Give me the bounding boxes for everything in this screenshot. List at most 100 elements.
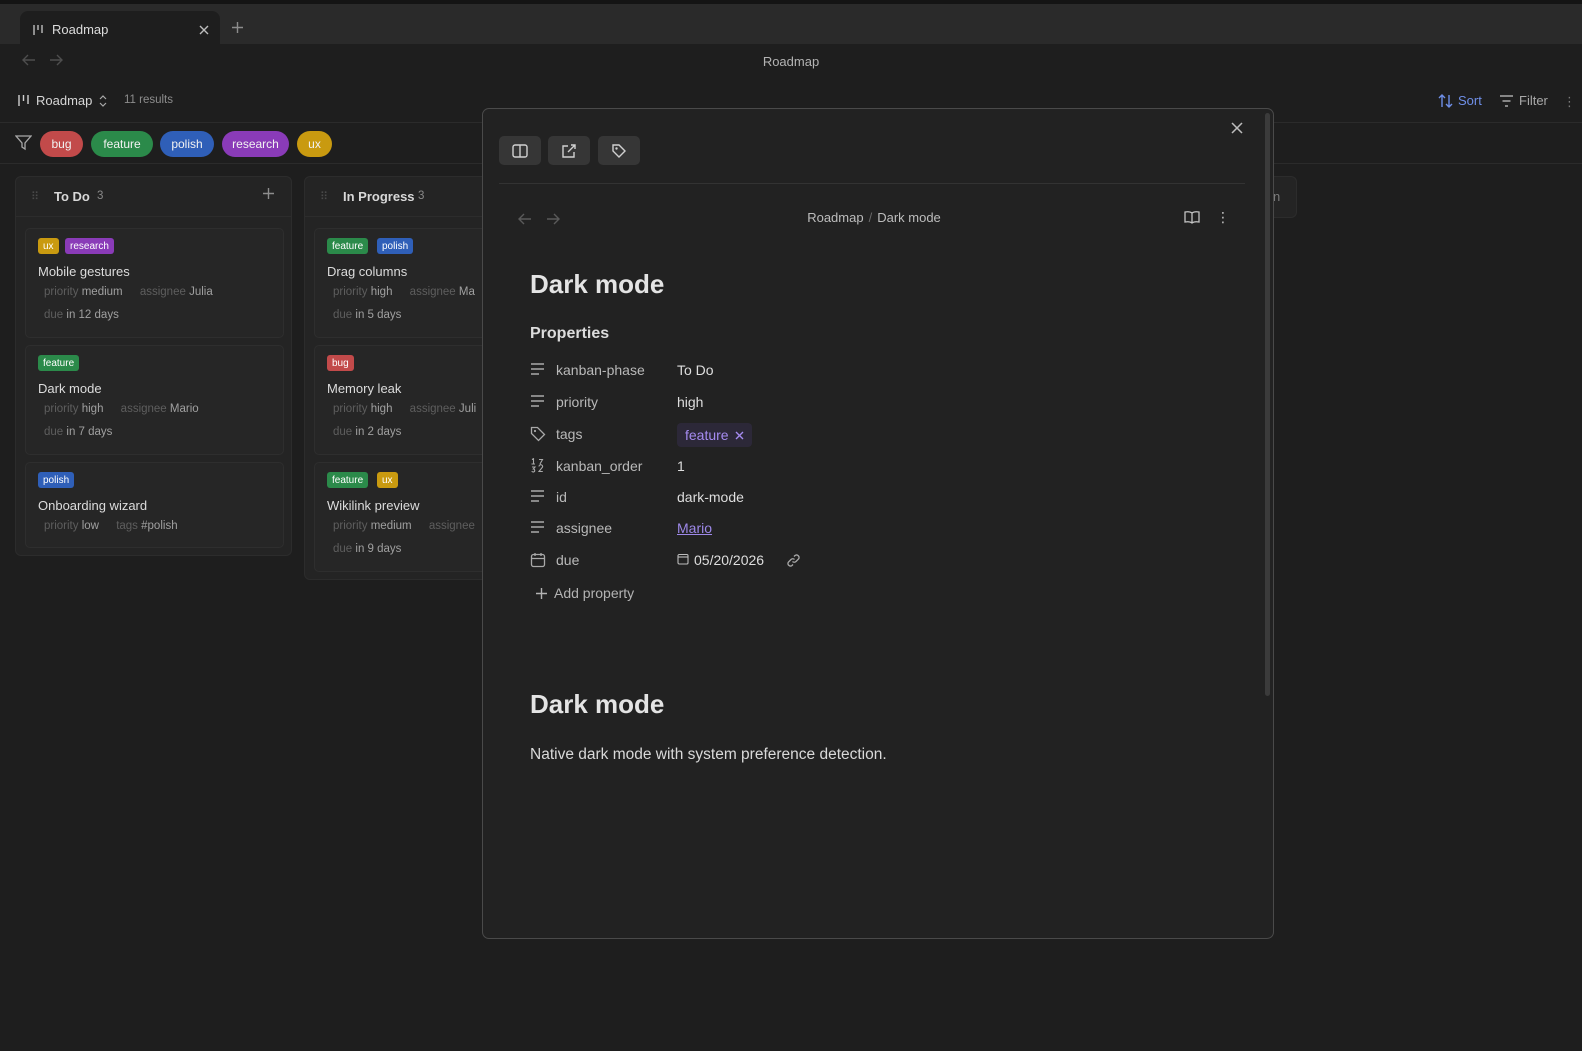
- property-key[interactable]: priority: [556, 394, 598, 410]
- chevron-updown-icon[interactable]: [99, 95, 107, 107]
- tag-button[interactable]: [598, 136, 640, 165]
- property-key[interactable]: kanban-phase: [556, 362, 645, 378]
- card-mobile-gestures[interactable]: ux research Mobile gestures priority med…: [25, 228, 284, 338]
- card-title: Mobile gestures: [38, 264, 130, 279]
- note-heading[interactable]: Dark mode: [530, 689, 664, 720]
- card-onboarding-wizard[interactable]: polish Onboarding wizard priority low ta…: [25, 462, 284, 548]
- note-body[interactable]: Native dark mode with system preference …: [530, 746, 887, 764]
- kanban-icon: [32, 24, 44, 36]
- card-meta: due in 7 days: [44, 426, 126, 438]
- filter-tag-feature[interactable]: feature: [91, 131, 153, 157]
- card-dark-mode[interactable]: feature Dark mode priority high assignee…: [25, 345, 284, 455]
- property-value[interactable]: dark-mode: [677, 489, 744, 505]
- add-card-icon[interactable]: [262, 187, 275, 200]
- property-value[interactable]: To Do: [677, 362, 714, 378]
- more-options-icon[interactable]: ⋮: [1216, 209, 1230, 226]
- meta-value: Ma: [458, 286, 475, 298]
- text-lines-icon: [530, 394, 545, 408]
- property-assignee: assignee Mario: [530, 514, 1230, 544]
- date-picker-icon[interactable]: [677, 553, 689, 565]
- split-view-button[interactable]: [499, 136, 541, 165]
- card-meta: priority high assignee Mario: [44, 403, 213, 415]
- property-key[interactable]: assignee: [556, 520, 612, 536]
- filter-funnel-icon[interactable]: [15, 135, 32, 151]
- text-lines-icon: [530, 520, 545, 534]
- property-id: id dark-mode: [530, 483, 1230, 513]
- property-kanban-order: kanban_order 1: [530, 452, 1230, 482]
- property-key[interactable]: due: [556, 552, 579, 568]
- column-title-fragment: n: [1273, 189, 1281, 204]
- breadcrumb-note[interactable]: Dark mode: [877, 210, 941, 225]
- meta-key: due: [44, 426, 64, 438]
- card-title: Memory leak: [327, 381, 402, 396]
- close-tab-icon[interactable]: [198, 24, 210, 36]
- property-value[interactable]: high: [677, 394, 703, 410]
- tab-roadmap[interactable]: Roadmap: [20, 11, 220, 48]
- add-property-button[interactable]: Add property: [535, 585, 634, 601]
- property-value[interactable]: 1: [677, 458, 685, 474]
- meta-key: assignee: [139, 286, 186, 298]
- card-tag: feature: [327, 472, 369, 488]
- meta-key: priority: [44, 286, 79, 298]
- card-meta: priority medium assignee Julia: [44, 286, 227, 298]
- date-value[interactable]: 05/20/2026: [694, 552, 764, 568]
- breadcrumb-separator: /: [868, 210, 873, 225]
- meta-key: tags: [116, 520, 138, 532]
- tab-title: Roadmap: [52, 22, 109, 37]
- card-tag: bug: [327, 355, 354, 371]
- calendar-icon: [530, 552, 546, 568]
- open-external-button[interactable]: [548, 136, 590, 165]
- close-icon[interactable]: [1230, 121, 1244, 135]
- more-options-icon[interactable]: ⋮: [1563, 94, 1576, 110]
- meta-value: #polish: [141, 520, 178, 532]
- meta-key: priority: [333, 520, 368, 532]
- column-title: In Progress: [343, 189, 415, 204]
- property-tags: tags feature: [530, 420, 1230, 450]
- property-key[interactable]: id: [556, 489, 567, 505]
- reading-view-icon[interactable]: [1184, 210, 1200, 224]
- tag-chip-label: feature: [685, 427, 729, 443]
- filter-button[interactable]: Filter: [1499, 93, 1548, 108]
- filter-tag-label: bug: [51, 137, 72, 151]
- sort-button[interactable]: Sort: [1438, 93, 1482, 108]
- card-meta: priority medium assignee: [333, 520, 489, 532]
- property-key[interactable]: kanban_order: [556, 458, 642, 474]
- meta-value: Juli: [458, 403, 477, 415]
- meta-key: priority: [44, 520, 79, 532]
- meta-value: high: [81, 403, 104, 415]
- tag-chip-feature[interactable]: feature: [677, 423, 752, 447]
- meta-key: assignee: [409, 286, 456, 298]
- assignee-link[interactable]: Mario: [677, 520, 712, 536]
- link-icon[interactable]: [786, 553, 801, 568]
- scrollbar[interactable]: [1265, 113, 1270, 696]
- base-view-selector[interactable]: Roadmap: [36, 93, 92, 108]
- tag-icon: [530, 426, 546, 442]
- meta-value: medium: [81, 286, 123, 298]
- breadcrumb-folder[interactable]: Roadmap: [807, 210, 863, 225]
- filter-tag-ux[interactable]: ux: [297, 131, 332, 157]
- properties-heading[interactable]: Properties: [530, 325, 609, 343]
- remove-tag-icon[interactable]: [735, 431, 744, 440]
- filter-tag-bug[interactable]: bug: [40, 131, 83, 157]
- divider: [499, 183, 1245, 184]
- meta-key: priority: [333, 286, 368, 298]
- new-tab-icon[interactable]: [231, 21, 244, 34]
- card-meta: due in 9 days: [333, 543, 415, 555]
- drag-handle-icon[interactable]: ⠿: [31, 190, 39, 203]
- card-tag: polish: [377, 238, 414, 254]
- drag-handle-icon[interactable]: ⠿: [320, 190, 328, 203]
- filter-tag-polish[interactable]: polish: [160, 131, 214, 157]
- plus-icon: [535, 587, 548, 600]
- card-title: Dark mode: [38, 381, 102, 396]
- meta-key: assignee: [409, 403, 456, 415]
- meta-value: in 12 days: [66, 309, 119, 321]
- card-title: Onboarding wizard: [38, 498, 148, 513]
- meta-key: assignee: [120, 403, 167, 415]
- meta-key: due: [44, 309, 64, 321]
- filter-tag-research[interactable]: research: [222, 131, 289, 157]
- filter-label: Filter: [1519, 93, 1548, 108]
- property-priority: priority high: [530, 388, 1230, 418]
- card-meta: due in 12 days: [44, 309, 133, 321]
- note-title[interactable]: Dark mode: [530, 269, 664, 300]
- property-key[interactable]: tags: [556, 426, 582, 442]
